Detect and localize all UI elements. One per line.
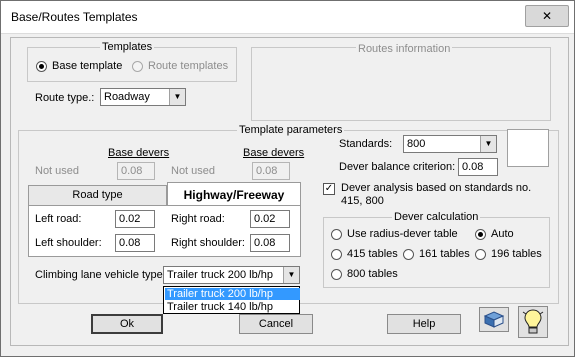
base-template-radio[interactable]: [36, 61, 47, 72]
templates-group-label: Templates: [100, 41, 155, 53]
template-parameters-label: Template parameters: [237, 124, 345, 136]
auto-radio[interactable]: [475, 229, 486, 240]
climbing-lane-dropdown: Trailer truck 200 lb/hp Trailer truck 14…: [163, 286, 300, 314]
cancel-button[interactable]: Cancel: [239, 314, 313, 334]
left-road-label: Left road:: [35, 213, 82, 225]
chevron-down-icon: ▼: [169, 89, 185, 105]
route-type-select[interactable]: Roadway ▼: [100, 88, 186, 106]
auto-label: Auto: [491, 228, 514, 240]
use-radius-dever-radio[interactable]: [331, 229, 342, 240]
tables-161-radio[interactable]: [403, 249, 414, 260]
tables-800-label: 800 tables: [347, 268, 398, 280]
dever-calculation-label: Dever calculation: [392, 211, 481, 223]
climbing-lane-label: Climbing lane vehicle type:: [35, 269, 166, 281]
right-shoulder-label: Right shoulder:: [171, 237, 245, 249]
balance-criterion-field[interactable]: 0.08: [458, 158, 498, 176]
route-type-label: Route type.:: [35, 92, 95, 104]
right-shoulder-field[interactable]: 0.08: [250, 234, 290, 252]
dropdown-option[interactable]: Trailer truck 140 lb/hp: [165, 301, 300, 313]
dialog-window: Base/Routes Templates ✕ Templates Base t…: [0, 0, 575, 357]
route-templates-label: Route templates: [148, 60, 229, 72]
climbing-lane-select[interactable]: Trailer truck 200 lb/hp ▼: [163, 266, 300, 284]
routes-information-label: Routes information: [356, 43, 453, 55]
book-button[interactable]: [479, 307, 509, 332]
ok-button[interactable]: Ok: [91, 314, 163, 334]
tab-highway-freeway[interactable]: Highway/Freeway: [167, 182, 301, 206]
use-radius-dever-label: Use radius-dever table: [347, 228, 458, 240]
not-used-right-label: Not used: [171, 165, 216, 177]
tab-road-type[interactable]: Road type: [28, 185, 167, 205]
not-used-left-label: Not used: [35, 165, 80, 177]
right-road-field[interactable]: 0.02: [250, 210, 290, 228]
standards-value: 800: [407, 138, 426, 150]
left-shoulder-field[interactable]: 0.08: [115, 234, 155, 252]
tables-161-label: 161 tables: [419, 248, 470, 260]
templates-group: Templates Base template Route templates: [27, 41, 237, 82]
tip-button[interactable]: [518, 306, 548, 338]
base-devers-right-header: Base devers: [243, 147, 305, 159]
left-shoulder-label: Left shoulder:: [35, 237, 102, 249]
base-dever-left-field[interactable]: 0.08: [117, 162, 155, 180]
window-title: Base/Routes Templates: [11, 10, 138, 24]
lightbulb-icon: [522, 309, 544, 334]
book-icon: [483, 311, 505, 328]
base-dever-right-field[interactable]: 0.08: [252, 162, 290, 180]
base-devers-left-header: Base devers: [108, 147, 170, 159]
route-templates-radio[interactable]: [132, 61, 143, 72]
title-bar: Base/Routes Templates ✕: [1, 1, 574, 34]
dever-analysis-checkbox[interactable]: ✓: [323, 183, 335, 195]
tables-800-radio[interactable]: [331, 269, 342, 280]
dropdown-option[interactable]: Trailer truck 200 lb/hp: [165, 288, 300, 300]
tables-196-radio[interactable]: [475, 249, 486, 260]
close-button[interactable]: ✕: [525, 5, 569, 27]
tables-196-label: 196 tables: [491, 248, 542, 260]
chevron-down-icon: ▼: [283, 267, 299, 283]
dever-analysis-label-2: 415, 800: [341, 195, 384, 207]
climbing-lane-value: Trailer truck 200 lb/hp: [167, 269, 273, 281]
help-button[interactable]: Help: [387, 314, 461, 334]
standards-label: Standards:: [339, 138, 393, 150]
right-road-label: Right road:: [171, 213, 225, 225]
routes-information-group: Routes information: [251, 43, 551, 121]
dever-analysis-label: Dever analysis based on standards no.: [341, 182, 532, 194]
balance-criterion-label: Dever balance criterion:: [339, 161, 456, 173]
base-template-label: Base template: [52, 60, 123, 72]
tables-415-label: 415 tables: [347, 248, 398, 260]
tables-415-radio[interactable]: [331, 249, 342, 260]
preview-box: [507, 129, 549, 167]
standards-select[interactable]: 800 ▼: [403, 135, 497, 153]
chevron-down-icon: ▼: [480, 136, 496, 152]
route-type-value: Roadway: [104, 91, 150, 103]
left-road-field[interactable]: 0.02: [115, 210, 155, 228]
